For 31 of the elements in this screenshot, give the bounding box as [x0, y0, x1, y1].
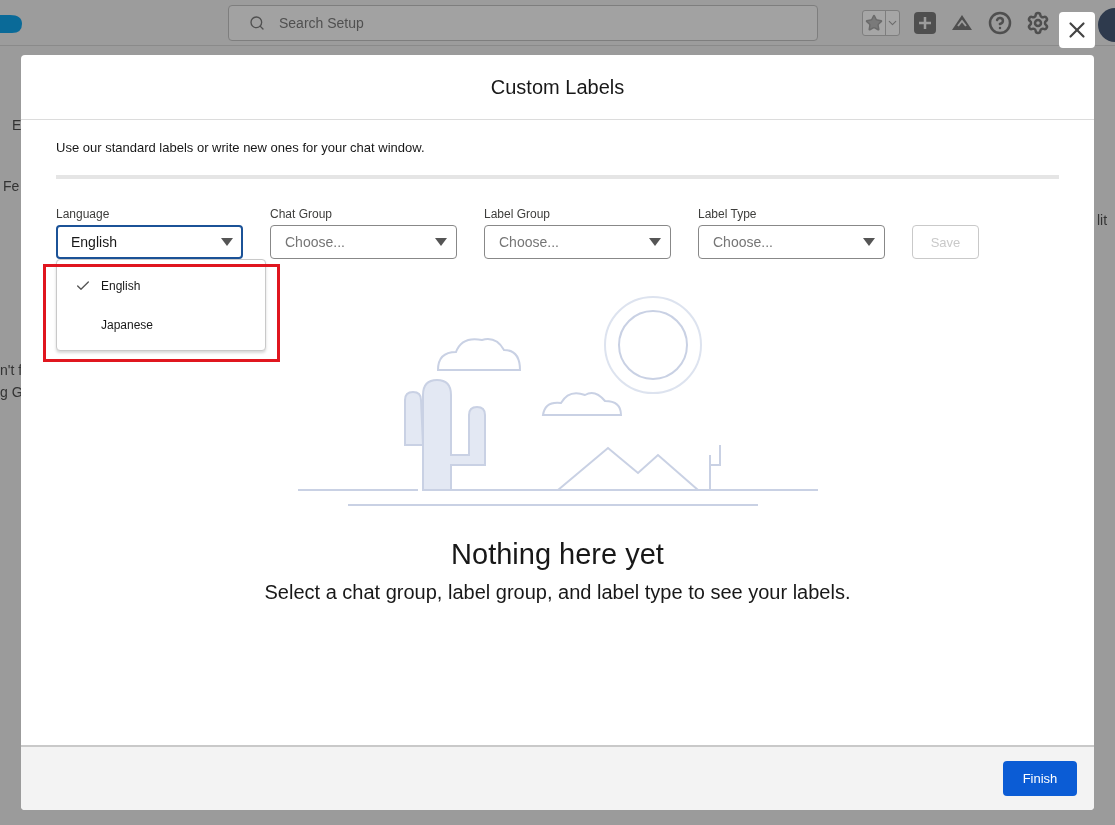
- field-label: Label Group: [484, 207, 552, 221]
- description: Use our standard labels or write new ones for your chat window.: [56, 140, 426, 155]
- help-icon[interactable]: [988, 10, 1012, 35]
- caret-icon: [885, 10, 899, 35]
- favorites-button[interactable]: [862, 9, 900, 36]
- modal-title: Custom Labels: [490, 75, 625, 99]
- dropdown-triangle-icon: [863, 238, 875, 246]
- dropdown-field[interactable]: English: [56, 225, 243, 259]
- settings-icon[interactable]: [1026, 10, 1050, 35]
- empty-state-title: Nothing here yet: [451, 538, 664, 571]
- close-button[interactable]: [1059, 12, 1095, 48]
- menu-option[interactable]: Japanese: [57, 305, 265, 344]
- field-label: Language: [56, 207, 111, 221]
- dropdown-triangle-icon: [649, 238, 661, 246]
- finish-button[interactable]: Finish: [1003, 761, 1077, 796]
- field-label: Chat Group: [270, 207, 334, 221]
- menu-option[interactable]: English: [57, 266, 265, 305]
- dropdown-field[interactable]: Choose...: [484, 225, 671, 259]
- search-field[interactable]: Search Setup: [228, 4, 818, 41]
- dropdown-triangle-icon: [221, 238, 233, 246]
- background-text: Fe: [3, 178, 20, 194]
- search-icon: [249, 14, 265, 31]
- star-icon: [865, 13, 883, 32]
- plus-icon[interactable]: [914, 11, 936, 34]
- empty-state-message: Select a chat group, label group, and label type to see your labels.: [264, 581, 851, 604]
- background-text: lit: [1097, 212, 1108, 228]
- background-text: E: [12, 117, 22, 133]
- field-label: Label Type: [698, 207, 758, 221]
- dropdown-field[interactable]: Choose...: [698, 225, 885, 259]
- dropdown-triangle-icon: [435, 238, 447, 246]
- dropdown-field[interactable]: Choose...: [270, 225, 457, 259]
